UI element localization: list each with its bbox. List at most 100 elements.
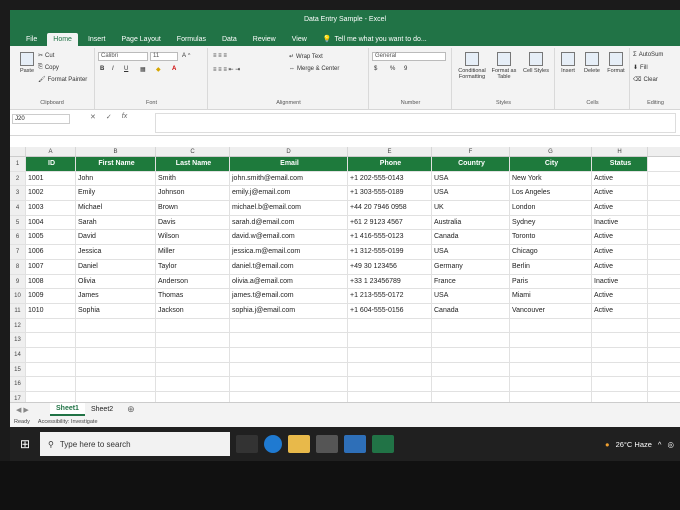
row-number[interactable]: 13 — [10, 333, 26, 347]
table-cell[interactable]: UK — [432, 201, 510, 215]
empty-cell[interactable] — [230, 362, 348, 377]
empty-cell[interactable] — [76, 333, 156, 347]
row-number[interactable]: 1 — [10, 157, 26, 171]
table-cell[interactable]: Vancouver — [510, 303, 592, 318]
table-cell[interactable]: Active — [592, 289, 648, 303]
table-cell[interactable]: Wilson — [156, 230, 230, 245]
empty-cell[interactable] — [230, 318, 348, 333]
fill-button[interactable]: ⬇ Fill — [633, 64, 648, 72]
row-number[interactable]: 11 — [10, 303, 26, 318]
tell-me-box[interactable]: 💡 Tell me what you want to do... — [317, 32, 433, 46]
underline-button[interactable]: U — [124, 66, 128, 72]
table-cell[interactable]: +49 30 123456 — [348, 259, 432, 274]
format-as-table-button[interactable]: Format as Table — [489, 52, 519, 80]
empty-cell[interactable] — [432, 347, 510, 362]
conditional-formatting-button[interactable]: Conditional Formatting — [455, 52, 489, 80]
empty-cell[interactable] — [76, 318, 156, 333]
weather-text[interactable]: 26°C Haze — [616, 440, 652, 449]
empty-cell[interactable] — [76, 362, 156, 377]
tab-data[interactable]: Data — [216, 33, 243, 46]
autosum-button[interactable]: Σ AutoSum — [633, 52, 663, 58]
sheet-tab-2[interactable]: Sheet2 — [85, 404, 119, 415]
table-cell[interactable]: Miller — [156, 245, 230, 259]
table-cell[interactable]: Australia — [432, 215, 510, 230]
empty-cell[interactable] — [432, 362, 510, 377]
column-header[interactable]: B — [76, 147, 156, 156]
edge-icon[interactable] — [264, 435, 282, 453]
table-cell[interactable]: Inactive — [592, 215, 648, 230]
table-cell[interactable]: David — [76, 230, 156, 245]
table-cell[interactable]: Brown — [156, 201, 230, 215]
table-cell[interactable]: jessica.m@email.com — [230, 245, 348, 259]
table-cell[interactable]: France — [432, 274, 510, 289]
column-header[interactable]: C — [156, 147, 230, 156]
table-cell[interactable]: 1003 — [26, 201, 76, 215]
network-icon[interactable]: ◎ — [667, 440, 674, 449]
cancel-icon[interactable]: ✕ — [90, 113, 96, 121]
table-cell[interactable]: Thomas — [156, 289, 230, 303]
enter-icon[interactable]: ✓ — [106, 113, 112, 121]
table-cell[interactable]: john.smith@email.com — [230, 171, 348, 186]
row-number[interactable]: 7 — [10, 245, 26, 259]
table-cell[interactable]: james.t@email.com — [230, 289, 348, 303]
empty-cell[interactable] — [510, 318, 592, 333]
empty-cell[interactable] — [76, 377, 156, 391]
table-cell[interactable]: +33 1 23456789 — [348, 274, 432, 289]
table-cell[interactable]: Jackson — [156, 303, 230, 318]
table-cell[interactable]: Smith — [156, 171, 230, 186]
empty-cell[interactable] — [348, 318, 432, 333]
tab-formulas[interactable]: Formulas — [171, 33, 212, 46]
header-cell[interactable]: Phone — [348, 157, 432, 171]
table-cell[interactable]: USA — [432, 171, 510, 186]
empty-cell[interactable] — [510, 362, 592, 377]
select-all-corner[interactable] — [10, 147, 26, 156]
table-cell[interactable]: 1001 — [26, 171, 76, 186]
column-header[interactable]: G — [510, 147, 592, 156]
table-cell[interactable]: Olivia — [76, 274, 156, 289]
header-cell[interactable]: Status — [592, 157, 648, 171]
row-number[interactable]: 15 — [10, 362, 26, 377]
table-cell[interactable]: New York — [510, 171, 592, 186]
table-cell[interactable]: Chicago — [510, 245, 592, 259]
table-cell[interactable]: sophia.j@email.com — [230, 303, 348, 318]
table-cell[interactable]: Active — [592, 303, 648, 318]
tab-page-layout[interactable]: Page Layout — [115, 33, 166, 46]
empty-cell[interactable] — [348, 333, 432, 347]
table-cell[interactable]: Active — [592, 186, 648, 201]
format-cells-button[interactable]: Format — [604, 52, 628, 74]
wrap-text-button[interactable]: ↵ Wrap Text — [289, 53, 323, 61]
empty-cell[interactable] — [348, 347, 432, 362]
italic-button[interactable]: I — [112, 66, 114, 72]
fill-color-icon[interactable]: ◆ — [156, 66, 161, 73]
empty-cell[interactable] — [432, 333, 510, 347]
table-cell[interactable]: Johnson — [156, 186, 230, 201]
empty-cell[interactable] — [592, 347, 648, 362]
table-cell[interactable]: +1 416-555-0123 — [348, 230, 432, 245]
table-cell[interactable]: olivia.a@email.com — [230, 274, 348, 289]
header-cell[interactable]: Email — [230, 157, 348, 171]
empty-cell[interactable] — [592, 377, 648, 391]
table-cell[interactable]: michael.b@email.com — [230, 201, 348, 215]
table-cell[interactable]: Inactive — [592, 274, 648, 289]
empty-cell[interactable] — [510, 377, 592, 391]
table-cell[interactable]: +1 202-555-0143 — [348, 171, 432, 186]
table-cell[interactable]: Canada — [432, 303, 510, 318]
empty-cell[interactable] — [348, 362, 432, 377]
table-cell[interactable]: 1002 — [26, 186, 76, 201]
table-cell[interactable]: +1 312-555-0199 — [348, 245, 432, 259]
empty-cell[interactable] — [230, 347, 348, 362]
table-cell[interactable]: Taylor — [156, 259, 230, 274]
table-cell[interactable]: Canada — [432, 230, 510, 245]
empty-cell[interactable] — [76, 347, 156, 362]
tab-view[interactable]: View — [286, 33, 313, 46]
cell-styles-button[interactable]: Cell Styles — [521, 52, 551, 74]
align-top-icon[interactable]: ≡ ≡ ≡ — [213, 53, 227, 59]
currency-button[interactable]: $ — [374, 66, 377, 72]
table-cell[interactable]: Anderson — [156, 274, 230, 289]
column-header[interactable]: F — [432, 147, 510, 156]
empty-cell[interactable] — [26, 362, 76, 377]
row-number[interactable]: 4 — [10, 201, 26, 215]
table-cell[interactable]: Emily — [76, 186, 156, 201]
table-cell[interactable]: 1010 — [26, 303, 76, 318]
column-header[interactable]: H — [592, 147, 648, 156]
